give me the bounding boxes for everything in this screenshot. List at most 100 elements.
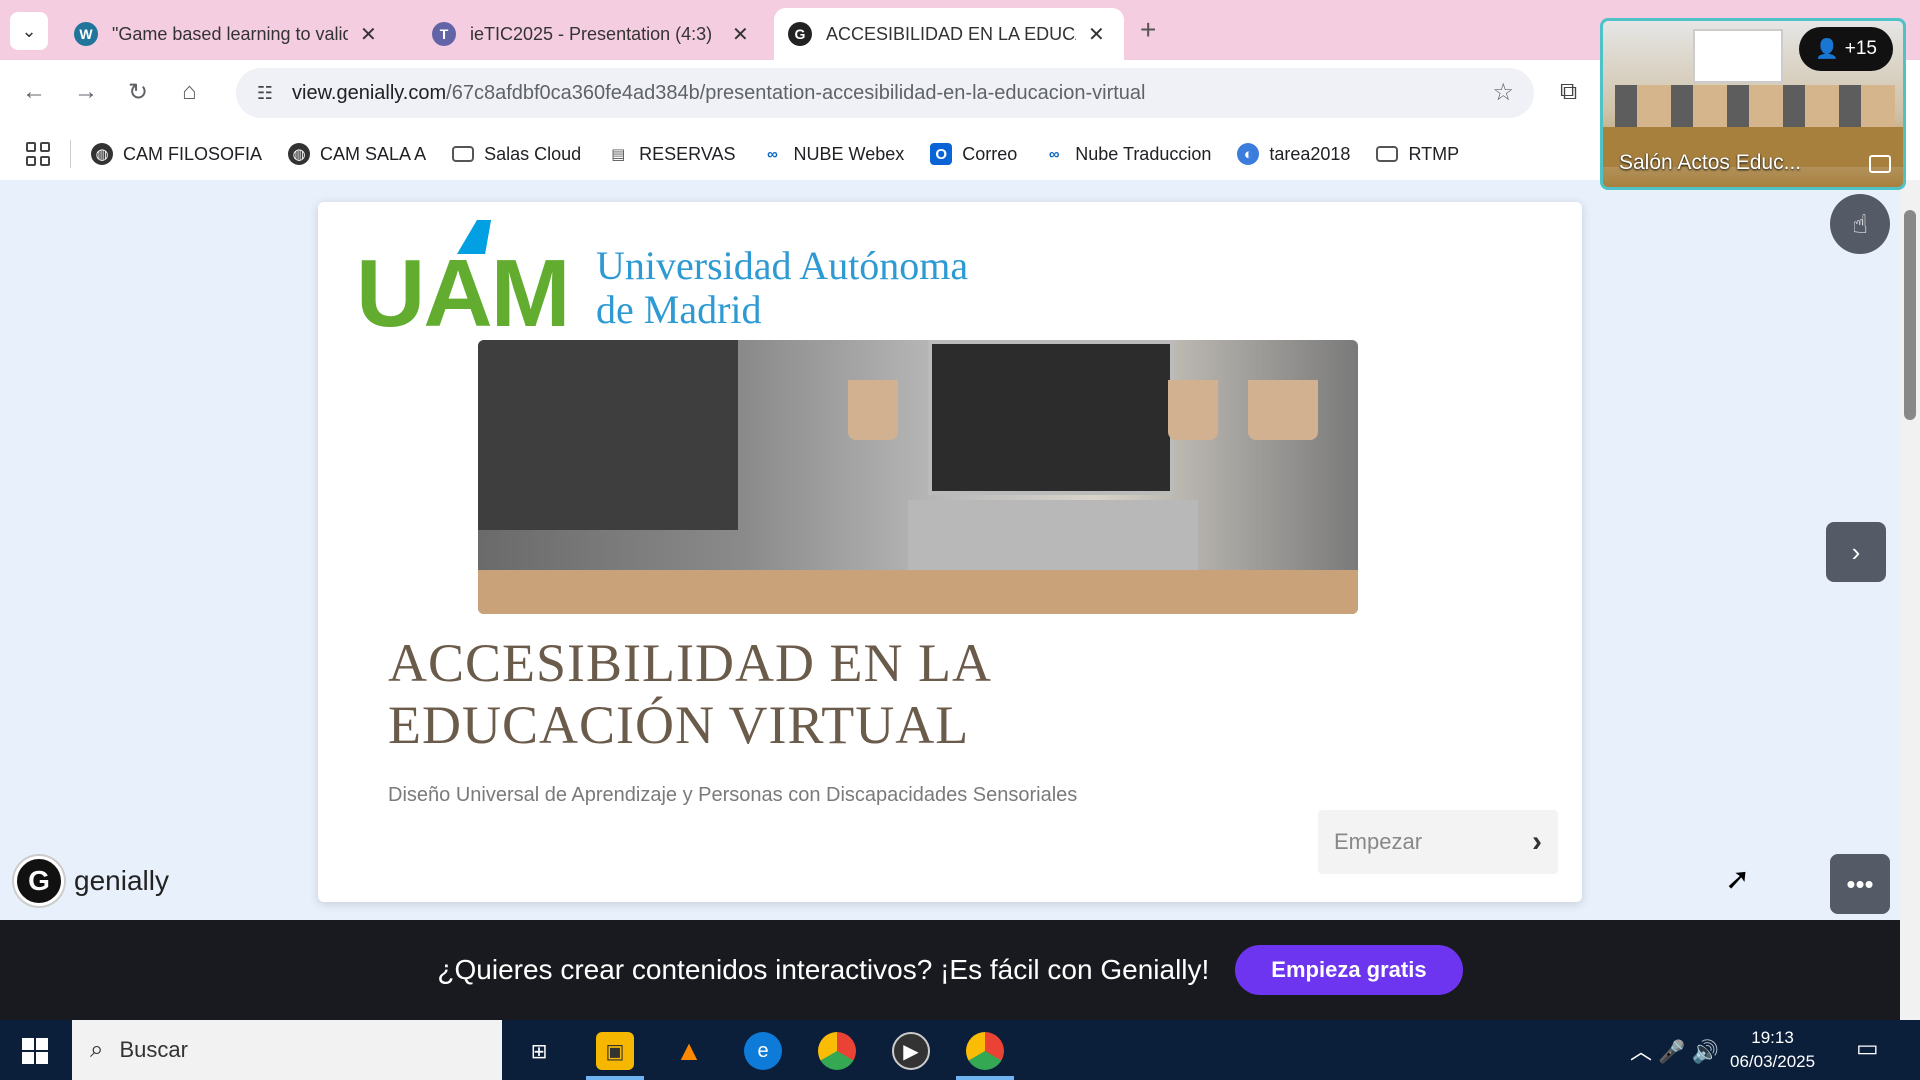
site-settings-icon[interactable]: ☷ [252, 80, 278, 106]
genially-icon: G [788, 22, 812, 46]
page-scrollbar[interactable] [1900, 180, 1920, 1020]
microphone-icon[interactable]: 🎤 [1658, 1039, 1685, 1064]
globe-icon: ◍ [288, 143, 311, 165]
globe-icon: ◍ [91, 143, 113, 165]
participant-count-label: +15 [1844, 38, 1877, 59]
promo-banner: ¿Quieres crear contenidos interactivos? … [0, 920, 1900, 1020]
notifications-icon[interactable]: ▭ [1856, 1034, 1879, 1063]
bookmarks-divider [70, 140, 71, 168]
participant-count[interactable]: 👤 +15 [1799, 27, 1893, 71]
genially-brand[interactable]: G genially [14, 856, 169, 906]
windows-start-icon[interactable] [22, 1038, 48, 1064]
clock-time: 19:13 [1751, 1028, 1794, 1047]
touch-icon: ☝ [1852, 208, 1868, 239]
slide-subtitle: Diseño Universal de Aprendizaje y Person… [388, 784, 1078, 806]
bookmark-reservas[interactable]: ▤ RESERVAS [607, 143, 735, 165]
bookmark-cam-sala-a[interactable]: ◍ CAM SALA A [288, 143, 426, 165]
system-tray[interactable]: ︿ 🎤 🔊 [1630, 1034, 1719, 1066]
bookmark-cam-filosofia[interactable]: ◍ CAM FILOSOFIA [91, 143, 262, 165]
webex-icon: ∞ [767, 145, 778, 163]
bookmark-label: Nube Traduccion [1075, 143, 1212, 164]
university-name-line2: de Madrid [596, 287, 762, 332]
close-icon[interactable]: ✕ [360, 22, 377, 47]
volume-icon[interactable]: 🔊 [1692, 1039, 1719, 1064]
active-indicator [586, 1076, 644, 1080]
extensions-icon[interactable]: ⧉ [1560, 78, 1577, 106]
chevron-right-icon: › [1851, 536, 1861, 567]
forward-icon[interactable]: → [74, 78, 98, 106]
close-icon[interactable]: ✕ [1088, 22, 1105, 47]
vlc-icon[interactable]: ▲ [670, 1032, 708, 1070]
university-name-line1: Universidad Autónoma [596, 243, 969, 288]
clock-date: 06/03/2025 [1730, 1052, 1816, 1071]
next-slide-button[interactable]: › [1826, 522, 1886, 582]
bookmark-star-icon[interactable]: ☆ [1492, 78, 1514, 107]
slide-title-line2: EDUCACIÓN VIRTUAL [388, 695, 970, 755]
url-text: view.genially.com/67c8afdbf0ca360fe4ad38… [292, 82, 1146, 105]
bookmark-label: NUBE Webex [793, 143, 905, 164]
reload-slide-button[interactable]: ☝ [1830, 194, 1890, 254]
people-icon: 👤 [1815, 39, 1839, 60]
teams-icon: T [432, 22, 456, 46]
bookmark-nube-traduccion[interactable]: ∞ Nube Traduccion [1043, 143, 1211, 165]
tab-title: ACCESIBILIDAD EN LA EDUCAC [826, 23, 1076, 44]
system-clock[interactable]: 19:13 06/03/2025 [1730, 1026, 1815, 1074]
uam-logo: UAM [356, 240, 571, 347]
bookmark-label: Correo [962, 143, 1018, 164]
video-call-preview[interactable]: 👤 +15 Salón Actos Educ... [1600, 18, 1906, 190]
home-icon[interactable]: ⌂ [182, 78, 197, 106]
genially-logo-icon: G [14, 856, 64, 906]
bookmark-label: CAM SALA A [320, 143, 427, 164]
folder-icon [452, 146, 475, 162]
photo-laptop [928, 340, 1174, 495]
task-view-icon[interactable]: ⊞ [520, 1032, 558, 1070]
slide-title-line1: ACCESIBILIDAD EN LA [388, 633, 992, 693]
chrome-icon[interactable] [818, 1032, 856, 1070]
edge-icon[interactable]: e [744, 1032, 782, 1070]
search-icon: ⌕ [90, 1036, 104, 1063]
photo-monitor [478, 340, 738, 530]
bookmark-label: RTMP [1408, 143, 1460, 164]
new-tab-button[interactable]: + [1140, 14, 1156, 46]
url-host: view.genially.com [292, 81, 447, 104]
bookmark-label: Salas Cloud [484, 143, 582, 164]
media-player-icon[interactable]: ▶ [892, 1032, 930, 1070]
webex-icon: ∞ [1048, 145, 1060, 163]
reserve-icon: ▤ [611, 146, 626, 163]
taskbar-search[interactable]: ⌕ Buscar [72, 1020, 502, 1080]
bookmark-correo[interactable]: O Correo [930, 143, 1017, 165]
promo-banner-text: ¿Quieres crear contenidos interactivos? … [437, 954, 1210, 985]
address-bar[interactable]: ☷ view.genially.com/67c8afdbf0ca360fe4ad… [236, 68, 1534, 118]
popout-icon[interactable] [1869, 155, 1891, 173]
search-placeholder: Buscar [119, 1037, 188, 1062]
start-free-button[interactable]: Empieza gratis [1235, 945, 1463, 995]
start-button[interactable]: Empezar › [1318, 810, 1558, 874]
scrollbar-thumb[interactable] [1904, 210, 1916, 420]
desk-photo [478, 340, 1358, 614]
chevron-up-icon[interactable]: ︿ [1630, 1039, 1652, 1064]
bookmark-label: CAM FILOSOFIA [123, 143, 263, 164]
photo-desk [478, 570, 1358, 614]
reload-icon[interactable]: ↻ [128, 78, 148, 107]
bookmark-salas-cloud[interactable]: Salas Cloud [452, 144, 581, 165]
photo-plant [1248, 380, 1318, 440]
apps-grid-icon[interactable] [26, 142, 50, 166]
close-icon[interactable]: ✕ [732, 22, 749, 47]
file-explorer-icon[interactable]: ▣ [596, 1032, 634, 1070]
photo-plant [1168, 380, 1218, 440]
bookmark-label: RESERVAS [639, 143, 736, 164]
bookmark-nube-webex[interactable]: ∞ NUBE Webex [762, 143, 905, 165]
bookmark-tarea2018[interactable]: ◐ tarea2018 [1237, 143, 1350, 165]
tab-game-based-learning[interactable]: W "Game based learning to valida ✕ [60, 8, 391, 60]
tab-search-button[interactable]: ⌄ [10, 12, 48, 50]
tab-accesibilidad[interactable]: G ACCESIBILIDAD EN LA EDUCAC ✕ [774, 8, 1124, 60]
room-screen [1693, 29, 1783, 83]
more-dots-icon: ••• [1846, 868, 1874, 899]
page-content: UAM Universidad Autónoma de Madrid ACCES… [0, 180, 1900, 920]
active-indicator [956, 1076, 1014, 1080]
tab-ietic2025[interactable]: T ieTIC2025 - Presentation (4:3) ✕ [418, 8, 763, 60]
bookmark-rtmp[interactable]: RTMP [1376, 144, 1459, 165]
more-options-button[interactable]: ••• [1830, 854, 1890, 914]
back-icon[interactable]: ← [22, 78, 46, 106]
chrome-icon[interactable] [966, 1032, 1004, 1070]
